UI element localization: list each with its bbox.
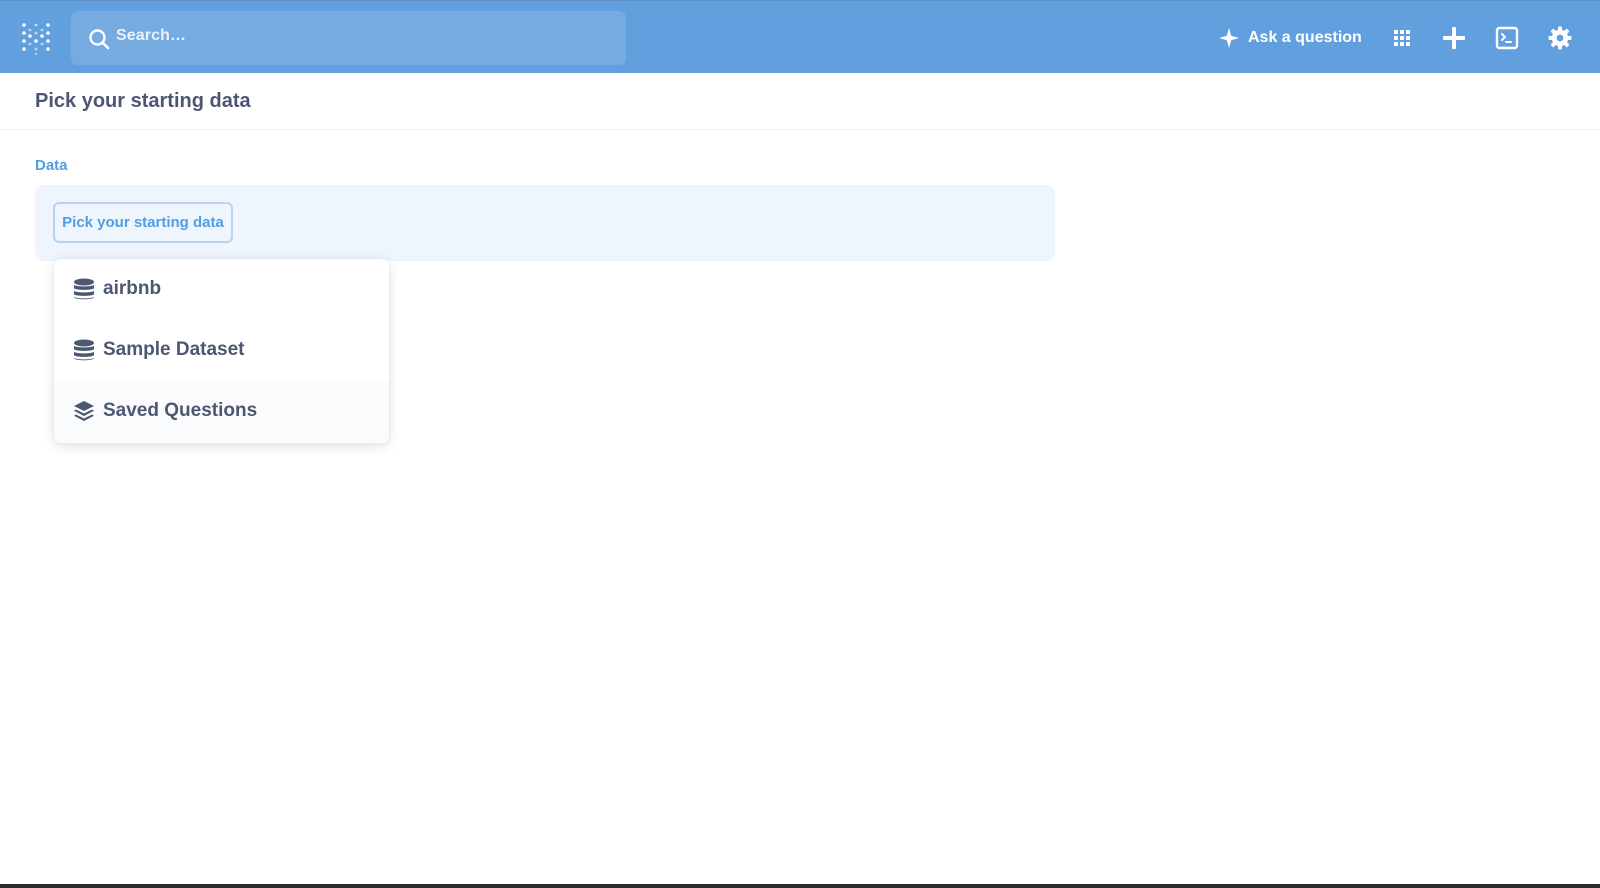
list-item-airbnb[interactable]: airbnb xyxy=(54,259,389,320)
database-icon xyxy=(74,339,94,361)
list-item-label: Sample Dataset xyxy=(103,339,245,360)
list-item-label: airbnb xyxy=(103,278,162,299)
metabase-logo-icon[interactable] xyxy=(21,21,51,55)
search-icon xyxy=(89,29,110,50)
ask-question-button[interactable]: Ask a question xyxy=(1219,23,1362,53)
list-item-saved-questions[interactable]: Saved Questions xyxy=(54,381,389,442)
list-item-label: Saved Questions xyxy=(103,400,258,421)
top-navbar: Search… Ask a question xyxy=(0,0,1600,73)
ask-question-label: Ask a question xyxy=(1248,29,1362,46)
database-icon xyxy=(74,278,94,300)
data-section-label: Data xyxy=(35,157,68,174)
page-title: Pick your starting data xyxy=(35,90,251,112)
list-item-sample-dataset[interactable]: Sample Dataset xyxy=(54,320,389,381)
page-header: Pick your starting data xyxy=(0,73,1600,130)
search-input[interactable]: Search… xyxy=(116,27,186,45)
pick-starting-data-button[interactable]: Pick your starting data xyxy=(53,202,233,243)
plus-icon[interactable] xyxy=(1441,25,1467,51)
app-window: Search… Ask a question Pick your startin… xyxy=(0,0,1600,888)
window-bottom-edge xyxy=(0,884,1600,888)
grid-icon[interactable] xyxy=(1389,25,1415,51)
data-source-dropdown: airbnb Sample Dataset Saved Questions xyxy=(54,259,389,443)
search-bar[interactable]: Search… xyxy=(71,11,626,65)
sparkle-icon xyxy=(1219,28,1239,48)
terminal-icon[interactable] xyxy=(1494,25,1520,51)
gear-icon[interactable] xyxy=(1547,25,1573,51)
layers-icon xyxy=(74,401,94,421)
